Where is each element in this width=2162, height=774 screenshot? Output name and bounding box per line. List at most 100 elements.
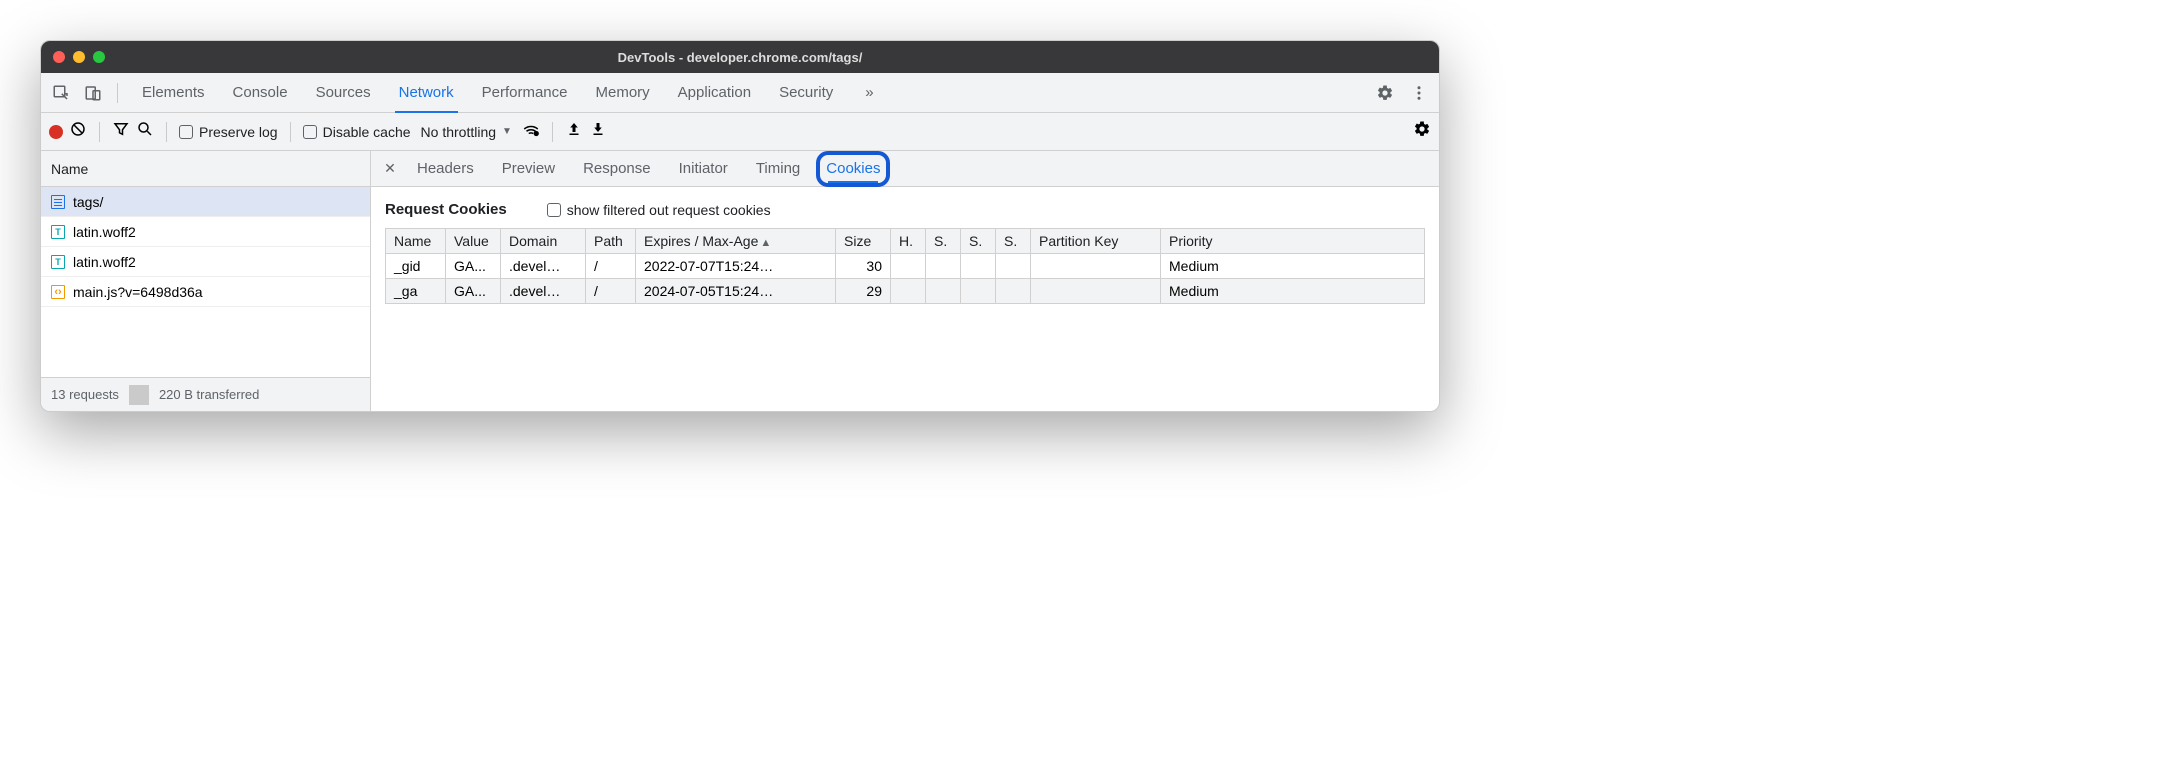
font-icon: T: [51, 225, 65, 239]
zoom-window-button[interactable]: [93, 51, 105, 63]
tab-console[interactable]: Console: [219, 73, 302, 113]
cell-size: 29: [836, 279, 891, 304]
chevron-down-icon: ▼: [502, 126, 512, 137]
cell-pk: [1031, 254, 1161, 279]
column-header[interactable]: S.: [961, 229, 996, 254]
cell-path: /: [586, 254, 636, 279]
cell-s1: [926, 279, 961, 304]
kebab-menu-icon[interactable]: [1405, 79, 1433, 107]
column-header[interactable]: Size: [836, 229, 891, 254]
subtab-headers[interactable]: Headers: [403, 151, 488, 187]
clear-icon[interactable]: [69, 120, 87, 143]
subtab-preview[interactable]: Preview: [488, 151, 569, 187]
tab-memory[interactable]: Memory: [582, 73, 664, 113]
cell-s3: [996, 279, 1031, 304]
tab-application[interactable]: Application: [664, 73, 765, 113]
request-list-pane: Name tags/Tlatin.woff2Tlatin.woff2‹›main…: [41, 151, 371, 411]
request-name: latin.woff2: [73, 254, 136, 270]
main-tabbar: ElementsConsoleSourcesNetworkPerformance…: [41, 73, 1439, 113]
name-column-header[interactable]: Name: [41, 151, 370, 187]
font-icon: T: [51, 255, 65, 269]
script-icon: ‹›: [51, 285, 65, 299]
throttling-select[interactable]: No throttling ▼: [417, 124, 516, 140]
cell-name: _gid: [386, 254, 446, 279]
subtab-timing[interactable]: Timing: [742, 151, 814, 187]
cell-value: GA...: [446, 254, 501, 279]
search-icon[interactable]: [136, 120, 154, 143]
column-header[interactable]: Expires / Max-Age▲: [636, 229, 836, 254]
close-icon[interactable]: ✕: [377, 160, 403, 177]
settings-icon[interactable]: [1371, 79, 1399, 107]
tab-performance[interactable]: Performance: [468, 73, 582, 113]
column-header[interactable]: Partition Key: [1031, 229, 1161, 254]
content-area: Name tags/Tlatin.woff2Tlatin.woff2‹›main…: [41, 151, 1439, 411]
column-header[interactable]: Domain: [501, 229, 586, 254]
request-count: 13 requests: [41, 387, 129, 402]
detail-tabs: ✕ HeadersPreviewResponseInitiatorTimingC…: [371, 151, 1439, 187]
column-header[interactable]: Value: [446, 229, 501, 254]
window-title: DevTools - developer.chrome.com/tags/: [41, 50, 1439, 65]
network-conditions-icon[interactable]: [522, 120, 540, 143]
column-header[interactable]: S.: [926, 229, 961, 254]
upload-har-icon[interactable]: [565, 120, 583, 143]
cell-pk: [1031, 279, 1161, 304]
tab-network[interactable]: Network: [385, 73, 468, 113]
cell-name: _ga: [386, 279, 446, 304]
status-footer: 13 requests 220 B transferred: [41, 377, 370, 411]
record-button[interactable]: [49, 125, 63, 139]
cell-h: [891, 254, 926, 279]
cell-expires: 2022-07-07T15:24…: [636, 254, 836, 279]
disable-cache-checkbox[interactable]: Disable cache: [303, 124, 411, 140]
close-window-button[interactable]: [53, 51, 65, 63]
show-filtered-checkbox[interactable]: show filtered out request cookies: [547, 202, 771, 218]
more-tabs-button[interactable]: »: [851, 73, 887, 113]
tab-elements[interactable]: Elements: [128, 73, 219, 113]
cell-priority: Medium: [1161, 254, 1425, 279]
sort-asc-icon: ▲: [760, 237, 771, 249]
request-row[interactable]: tags/: [41, 187, 370, 217]
table-row[interactable]: _gaGA....devel…/2024-07-05T15:24…29Mediu…: [386, 279, 1425, 304]
minimize-window-button[interactable]: [73, 51, 85, 63]
cell-s2: [961, 279, 996, 304]
request-name: main.js?v=6498d36a: [73, 284, 203, 300]
column-header[interactable]: S.: [996, 229, 1031, 254]
cell-expires: 2024-07-05T15:24…: [636, 279, 836, 304]
request-row[interactable]: ‹› main.js?v=6498d36a: [41, 277, 370, 307]
column-header[interactable]: Name: [386, 229, 446, 254]
download-har-icon[interactable]: [589, 120, 607, 143]
detail-pane: ✕ HeadersPreviewResponseInitiatorTimingC…: [371, 151, 1439, 411]
column-header[interactable]: H.: [891, 229, 926, 254]
document-icon: [51, 195, 65, 209]
cookies-panel: Request Cookies show filtered out reques…: [371, 187, 1439, 310]
cell-size: 30: [836, 254, 891, 279]
request-row[interactable]: Tlatin.woff2: [41, 217, 370, 247]
filter-icon[interactable]: [112, 120, 130, 143]
devtools-window: DevTools - developer.chrome.com/tags/ El…: [40, 40, 1440, 412]
request-name: latin.woff2: [73, 224, 136, 240]
table-row[interactable]: _gidGA....devel…/2022-07-07T15:24…30 Medi…: [386, 254, 1425, 279]
cell-domain: .devel…: [501, 279, 586, 304]
inspect-icon[interactable]: [47, 79, 75, 107]
panel-title: Request Cookies: [385, 201, 507, 218]
column-header[interactable]: Priority: [1161, 229, 1425, 254]
subtab-response[interactable]: Response: [569, 151, 665, 187]
request-row[interactable]: Tlatin.woff2: [41, 247, 370, 277]
cell-s2: [961, 254, 996, 279]
cell-path: /: [586, 279, 636, 304]
request-name: tags/: [73, 194, 103, 210]
column-header[interactable]: Path: [586, 229, 636, 254]
tab-sources[interactable]: Sources: [302, 73, 385, 113]
cell-s1: [926, 254, 961, 279]
cell-s3: [996, 254, 1031, 279]
subtab-cookies[interactable]: Cookies: [816, 151, 890, 187]
tab-security[interactable]: Security: [765, 73, 847, 113]
panel-settings-icon[interactable]: [1413, 120, 1431, 143]
cell-priority: Medium: [1161, 279, 1425, 304]
device-toggle-icon[interactable]: [79, 79, 107, 107]
subtab-initiator[interactable]: Initiator: [665, 151, 742, 187]
traffic-lights: [53, 51, 105, 63]
cell-h: [891, 279, 926, 304]
cell-domain: .devel…: [501, 254, 586, 279]
preserve-log-checkbox[interactable]: Preserve log: [179, 124, 278, 140]
network-toolbar: Preserve log Disable cache No throttling…: [41, 113, 1439, 151]
